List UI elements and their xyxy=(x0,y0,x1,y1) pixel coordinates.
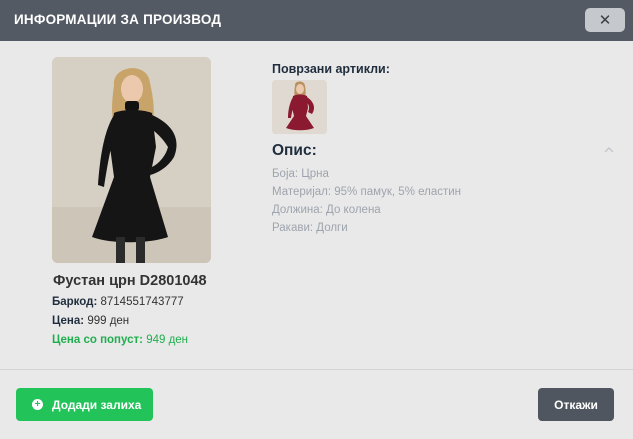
product-image xyxy=(52,57,211,263)
barcode-row: Баркод: 8714551743777 xyxy=(52,296,184,308)
description-title: Опис: xyxy=(272,142,317,159)
description-line: Материјал: 95% памук, 5% еластин xyxy=(272,186,462,198)
related-item-thumbnail[interactable] xyxy=(272,80,327,134)
related-items-title: Поврзани артикли: xyxy=(272,62,390,76)
discount-price-row: Цена со попуст: 949 ден xyxy=(52,334,188,346)
cancel-button[interactable]: Откажи xyxy=(538,388,614,421)
close-icon: ✕ xyxy=(598,12,612,29)
description-line: Должина: До колена xyxy=(272,204,381,216)
cancel-label: Откажи xyxy=(554,397,598,412)
dress-burgundy-image xyxy=(272,80,327,134)
description-line: Ракави: Долги xyxy=(272,222,348,234)
plus-circle-icon: + xyxy=(32,399,43,410)
modal-header: ИНФОРМАЦИИ ЗА ПРОИЗВОД ✕ xyxy=(0,0,633,41)
barcode-label: Баркод: xyxy=(52,296,98,308)
chevron-up-icon[interactable] xyxy=(602,144,616,156)
product-info-modal: ИНФОРМАЦИИ ЗА ПРОИЗВОД ✕ Фустан црн D280… xyxy=(0,0,633,439)
add-stock-label: Додади залиха xyxy=(52,397,142,412)
discount-price-label: Цена со попуст: xyxy=(52,334,143,346)
price-value: 999 ден xyxy=(87,315,130,327)
add-stock-button[interactable]: + Додади залиха xyxy=(16,388,153,421)
price-row: Цена: 999 ден xyxy=(52,315,129,327)
close-button[interactable]: ✕ xyxy=(585,8,625,32)
product-name: Фустан црн D2801048 xyxy=(53,273,207,289)
price-label: Цена: xyxy=(52,315,85,327)
barcode-value: 8714551743777 xyxy=(100,296,184,308)
dress-black-image xyxy=(52,57,211,263)
modal-title: ИНФОРМАЦИИ ЗА ПРОИЗВОД xyxy=(14,12,222,27)
discount-price-value: 949 ден xyxy=(146,334,189,346)
description-line: Боја: Црна xyxy=(272,168,329,180)
